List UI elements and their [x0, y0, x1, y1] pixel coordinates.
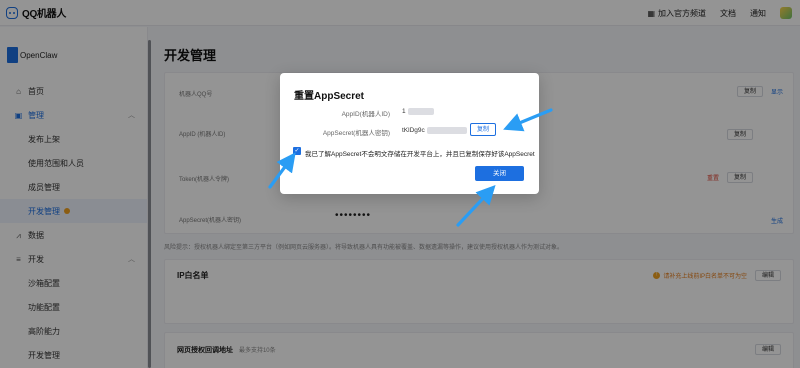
redacted-appid	[407, 108, 434, 115]
reset-appsecret-dialog: 重置AppSecret AppID(机器人ID) 1 AppSecret(机器人…	[280, 73, 539, 194]
copy-appsecret-button[interactable]: 复制	[470, 123, 496, 136]
appsecret-field-value: tKlDg9c	[402, 127, 467, 134]
appid-field-value: 1	[402, 108, 434, 115]
dialog-title: 重置AppSecret	[294, 91, 365, 102]
redacted-appsecret	[426, 127, 467, 134]
acknowledge-checkbox[interactable]: ✓	[293, 147, 301, 155]
appsecret-value-text: tKlDg9c	[402, 127, 425, 135]
appid-value-text: 1	[402, 108, 406, 116]
acknowledge-label[interactable]: 我已了解AppSecret不会明文存储在开发平台上，并且已复制保存好该AppSe…	[305, 148, 535, 158]
appsecret-field-label: AppSecret(机器人密钥)	[322, 130, 390, 137]
close-button[interactable]: 关闭	[475, 166, 524, 181]
appid-field-label: AppID(机器人ID)	[341, 111, 390, 118]
